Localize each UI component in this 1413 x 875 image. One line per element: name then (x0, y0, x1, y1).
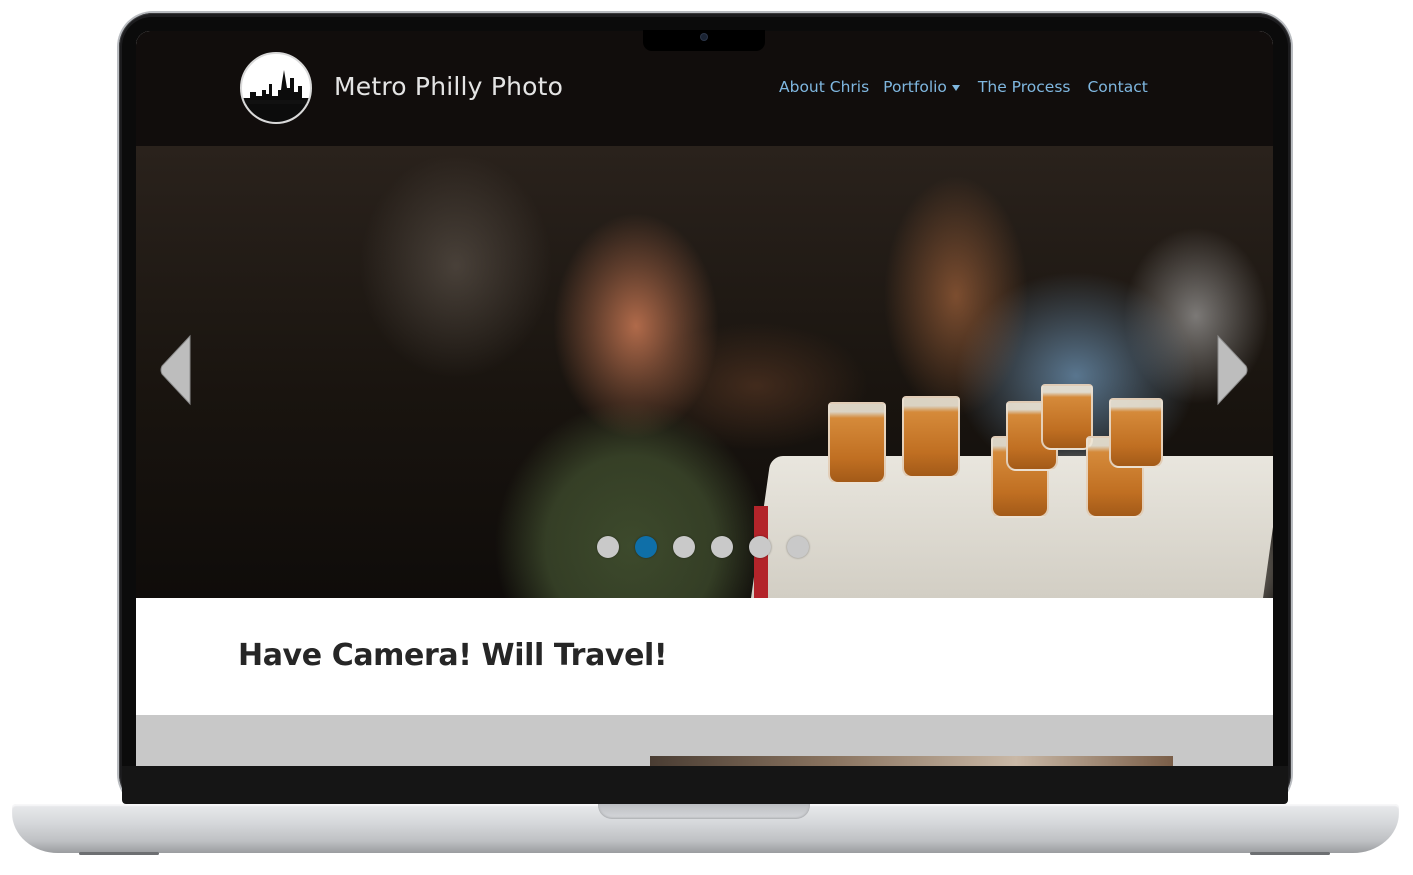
next-section (136, 715, 1273, 766)
main-nav: About Chris Portfolio The Process Contac… (779, 78, 1148, 96)
nav-item-portfolio[interactable]: Portfolio (883, 78, 960, 96)
slider-dot-6[interactable] (787, 536, 809, 558)
slider-dot-1[interactable] (597, 536, 619, 558)
slider-dot-3[interactable] (673, 536, 695, 558)
slider-dot-5[interactable] (749, 536, 771, 558)
slider-pagination (597, 536, 809, 558)
laptop-foot-right (1250, 852, 1330, 855)
nav-item-the-process[interactable]: The Process (978, 78, 1071, 96)
section-image (650, 756, 1173, 766)
intro-heading: Have Camera! Will Travel! (238, 638, 668, 673)
slider-dot-4[interactable] (711, 536, 733, 558)
chevron-left-icon (160, 334, 191, 406)
hero-slider[interactable] (136, 146, 1273, 598)
browser-viewport: Metro Philly Photo About Chris Portfolio… (136, 31, 1273, 766)
slider-dot-2[interactable] (635, 536, 657, 558)
laptop-foot-left (79, 852, 159, 855)
intro-section: Have Camera! Will Travel! (136, 598, 1273, 715)
caret-down-icon (951, 84, 960, 91)
site-title[interactable]: Metro Philly Photo (334, 72, 563, 101)
camera-notch (643, 30, 765, 51)
nav-item-portfolio-label: Portfolio (883, 78, 947, 96)
laptop-base-notch (598, 804, 810, 819)
skyline-logo-icon[interactable] (240, 52, 312, 124)
nav-item-contact[interactable]: Contact (1087, 78, 1147, 96)
slider-prev-button[interactable] (160, 334, 192, 406)
nav-item-about-chris[interactable]: About Chris (779, 78, 869, 96)
chevron-right-icon (1217, 334, 1248, 406)
slider-next-button[interactable] (1216, 334, 1248, 406)
hero-slide-image (136, 146, 1273, 598)
laptop-chin (122, 766, 1288, 804)
webcam-icon (701, 34, 707, 40)
